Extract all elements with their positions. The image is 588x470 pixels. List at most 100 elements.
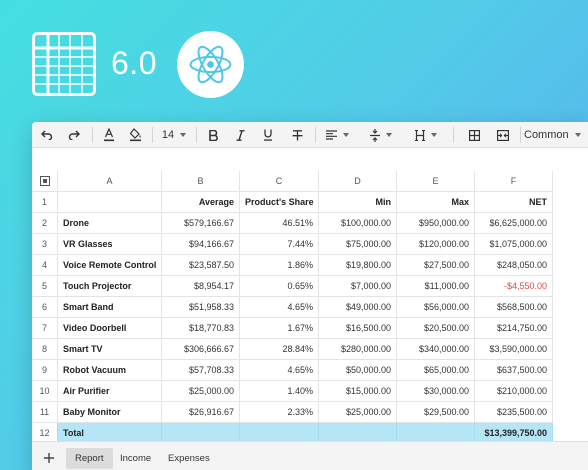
cell[interactable]: $120,000.00	[397, 234, 475, 255]
row-number[interactable]: 2	[32, 213, 58, 234]
cell-product-name[interactable]: Robot Vacuum	[58, 360, 162, 381]
cell[interactable]: $94,166.67	[162, 234, 240, 255]
cell[interactable]: 2.33%	[240, 402, 319, 423]
tab-report[interactable]: Report	[66, 448, 113, 469]
cell-product-name[interactable]: Voice Remote Control	[58, 255, 162, 276]
cell-product-name[interactable]: Baby Monitor	[58, 402, 162, 423]
borders-button[interactable]	[463, 122, 485, 148]
cell[interactable]: $950,000.00	[397, 213, 475, 234]
cell[interactable]: $20,500.00	[397, 318, 475, 339]
cell[interactable]: $235,500.00	[475, 402, 553, 423]
fill-color-button[interactable]	[124, 122, 146, 148]
cell[interactable]: $65,000.00	[397, 360, 475, 381]
cell[interactable]: $11,000.00	[397, 276, 475, 297]
cell[interactable]: $16,500.00	[319, 318, 397, 339]
cell[interactable]: $579,166.67	[162, 213, 240, 234]
cell[interactable]: 28.84%	[240, 339, 319, 360]
row-number[interactable]: 8	[32, 339, 58, 360]
cell-product-name[interactable]: VR Glasses	[58, 234, 162, 255]
row-number[interactable]: 9	[32, 360, 58, 381]
merge-cells-button[interactable]	[492, 122, 514, 148]
cell[interactable]: $306,666.67	[162, 339, 240, 360]
add-sheet-button[interactable]	[39, 448, 59, 468]
column-header-b[interactable]: B	[162, 171, 240, 192]
cell-product-name[interactable]: Smart Band	[58, 297, 162, 318]
cell[interactable]: $29,500.00	[397, 402, 475, 423]
row-number[interactable]: 4	[32, 255, 58, 276]
cell-product-name[interactable]: Air Purifier	[58, 381, 162, 402]
vertical-align-select[interactable]	[365, 122, 397, 148]
column-header-e[interactable]: E	[397, 171, 475, 192]
font-size-select[interactable]: 14	[158, 122, 190, 148]
redo-button[interactable]	[63, 122, 85, 148]
cell[interactable]: $214,750.00	[475, 318, 553, 339]
cell[interactable]: $49,000.00	[319, 297, 397, 318]
undo-button[interactable]	[36, 122, 58, 148]
row-number[interactable]: 3	[32, 234, 58, 255]
cell[interactable]: $23,587.50	[162, 255, 240, 276]
column-header-a[interactable]: A	[58, 171, 162, 192]
cell[interactable]: 1.67%	[240, 318, 319, 339]
cell-product-name[interactable]: Touch Projector	[58, 276, 162, 297]
row-number[interactable]: 1	[32, 192, 58, 213]
cell[interactable]: 4.65%	[240, 297, 319, 318]
cell-net-header[interactable]: NET	[475, 192, 553, 213]
cell-min-header[interactable]: Min	[319, 192, 397, 213]
cell-product-name[interactable]: Smart TV	[58, 339, 162, 360]
cell[interactable]: $25,000.00	[319, 402, 397, 423]
cell[interactable]: $8,954.17	[162, 276, 240, 297]
cell[interactable]: $57,708.33	[162, 360, 240, 381]
row-number[interactable]: 11	[32, 402, 58, 423]
cell[interactable]: $568,500.00	[475, 297, 553, 318]
cell-product-name[interactable]: Video Doorbell	[58, 318, 162, 339]
column-header-c[interactable]: C	[240, 171, 319, 192]
cell[interactable]: $26,916.67	[162, 402, 240, 423]
tab-income[interactable]: Income	[111, 448, 160, 469]
tab-expenses[interactable]: Expenses	[159, 448, 219, 469]
strikethrough-button[interactable]	[286, 122, 308, 148]
italic-button[interactable]	[229, 122, 251, 148]
select-all-corner[interactable]	[32, 171, 58, 192]
cell-max-header[interactable]: Max	[397, 192, 475, 213]
cell[interactable]: $7,000.00	[319, 276, 397, 297]
cell[interactable]: $3,590,000.00	[475, 339, 553, 360]
cell-share-header[interactable]: Product's Share	[240, 192, 319, 213]
row-number[interactable]: 10	[32, 381, 58, 402]
cell[interactable]	[58, 192, 162, 213]
cell[interactable]: $18,770.83	[162, 318, 240, 339]
cell[interactable]: $19,800.00	[319, 255, 397, 276]
text-height-select[interactable]	[410, 122, 442, 148]
cell[interactable]: 4.65%	[240, 360, 319, 381]
column-header-f[interactable]: F	[475, 171, 553, 192]
cell[interactable]: $15,000.00	[319, 381, 397, 402]
cell[interactable]: -$4,550.00	[475, 276, 553, 297]
text-color-button[interactable]	[98, 122, 120, 148]
cell[interactable]: $50,000.00	[319, 360, 397, 381]
row-number[interactable]: 7	[32, 318, 58, 339]
cell[interactable]: $25,000.00	[162, 381, 240, 402]
cell[interactable]: $280,000.00	[319, 339, 397, 360]
cell[interactable]: 1.86%	[240, 255, 319, 276]
cell[interactable]: $51,958.33	[162, 297, 240, 318]
cell[interactable]: $637,500.00	[475, 360, 553, 381]
row-number[interactable]: 5	[32, 276, 58, 297]
cell[interactable]: $100,000.00	[319, 213, 397, 234]
cell[interactable]: $340,000.00	[397, 339, 475, 360]
underline-button[interactable]	[257, 122, 279, 148]
cell[interactable]: $6,625,000.00	[475, 213, 553, 234]
formula-bar[interactable]	[32, 149, 588, 171]
row-number[interactable]: 6	[32, 297, 58, 318]
bold-button[interactable]	[202, 122, 224, 148]
cell-average-header[interactable]: Average	[162, 192, 240, 213]
cell[interactable]: $75,000.00	[319, 234, 397, 255]
cell[interactable]: $56,000.00	[397, 297, 475, 318]
number-format-select[interactable]: Common	[524, 122, 588, 148]
align-select[interactable]	[321, 122, 353, 148]
column-header-d[interactable]: D	[319, 171, 397, 192]
cell[interactable]: 1.40%	[240, 381, 319, 402]
cell[interactable]: $30,000.00	[397, 381, 475, 402]
cell[interactable]: 7.44%	[240, 234, 319, 255]
cell[interactable]: $1,075,000.00	[475, 234, 553, 255]
cell[interactable]: $210,000.00	[475, 381, 553, 402]
cell-product-name[interactable]: Drone	[58, 213, 162, 234]
